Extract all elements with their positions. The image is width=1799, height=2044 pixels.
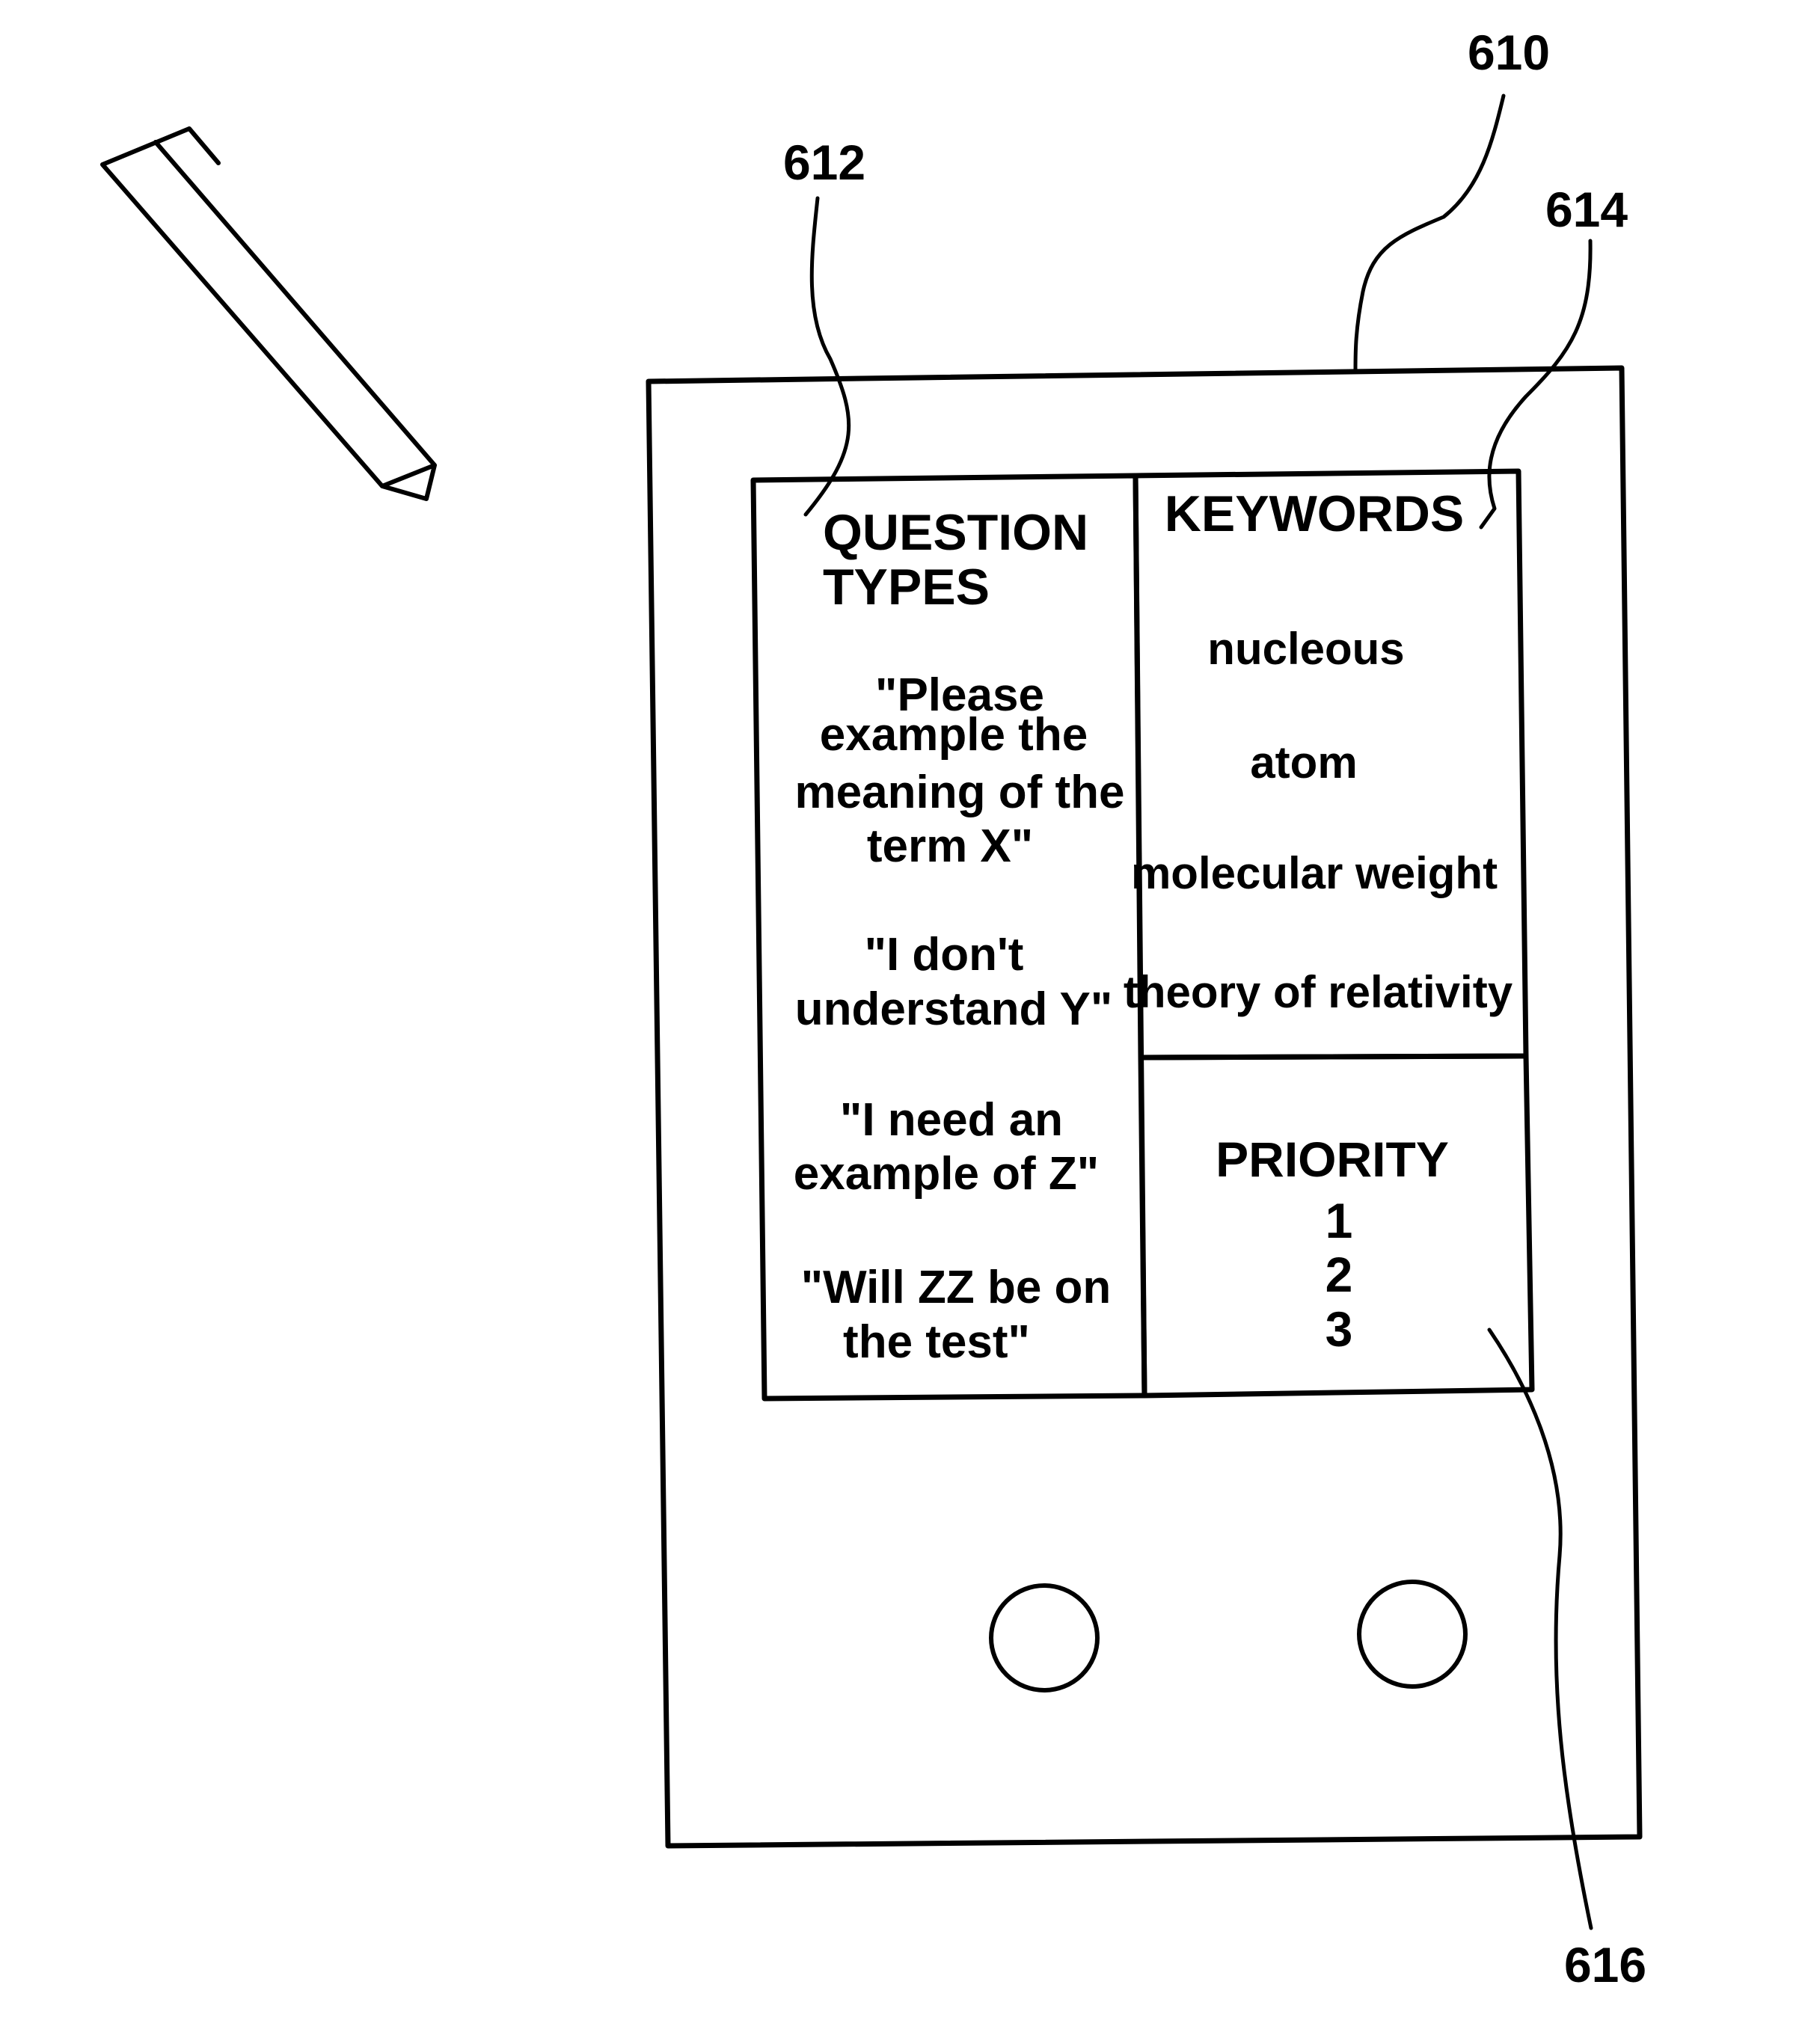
ref-numeral-614: 614 [1545, 182, 1628, 237]
keywords-heading: KEYWORDS [1165, 485, 1464, 542]
priority-level[interactable]: 1 [1326, 1193, 1353, 1248]
patent-figure: 610 612 614 616 QUESTION TYPES "Please e… [100, 25, 1646, 1992]
leader-line-612 [803, 196, 851, 517]
ref-numeral-610: 610 [1468, 25, 1550, 80]
question-type-line: "I don't [865, 929, 1024, 980]
priority-content: PRIORITY 1 2 3 [1216, 1132, 1449, 1357]
keyword-item[interactable]: theory of relativity [1124, 967, 1513, 1017]
question-types-heading-line-2: TYPES [823, 559, 990, 616]
question-types-heading-line-1: QUESTION [823, 504, 1088, 561]
keyword-item[interactable]: nucleous [1207, 624, 1404, 674]
question-type-line: example of Z" [794, 1148, 1099, 1200]
ref-numeral-616: 616 [1564, 1937, 1646, 1992]
question-type-line: understand Y" [795, 983, 1112, 1035]
ref-numeral-612: 612 [783, 135, 865, 190]
keywords-content: KEYWORDS nucleous atom molecular weight … [1124, 485, 1513, 1017]
pen-body-outline [100, 126, 437, 501]
stylus-pen-icon [100, 126, 437, 501]
left-hardware-button[interactable] [989, 1583, 1100, 1692]
priority-level[interactable]: 3 [1326, 1301, 1353, 1357]
question-type-line: the test" [843, 1316, 1030, 1368]
question-type-line: term X" [867, 820, 1033, 872]
right-hardware-button[interactable] [1357, 1580, 1468, 1689]
priority-level[interactable]: 2 [1326, 1247, 1353, 1302]
leader-line-614 [1479, 239, 1593, 530]
leader-line-610 [1353, 93, 1506, 372]
question-types-content: QUESTION TYPES "Please example the meani… [794, 504, 1125, 1368]
question-type-line: "Will ZZ be on [801, 1262, 1112, 1313]
question-type-line: meaning of the [795, 767, 1125, 818]
question-type-line: "I need an [840, 1094, 1063, 1146]
question-type-item[interactable]: "I need an example of Z" [794, 1094, 1099, 1200]
keyword-item[interactable]: molecular weight [1131, 848, 1498, 898]
question-type-item[interactable]: "I don't understand Y" [795, 929, 1112, 1035]
question-type-item[interactable]: "Please example the meaning of the term … [795, 669, 1125, 872]
priority-heading: PRIORITY [1216, 1132, 1449, 1187]
question-type-line: example the [820, 709, 1088, 761]
question-type-item[interactable]: "Will ZZ be on the test" [801, 1262, 1112, 1368]
keyword-item[interactable]: atom [1250, 737, 1357, 788]
